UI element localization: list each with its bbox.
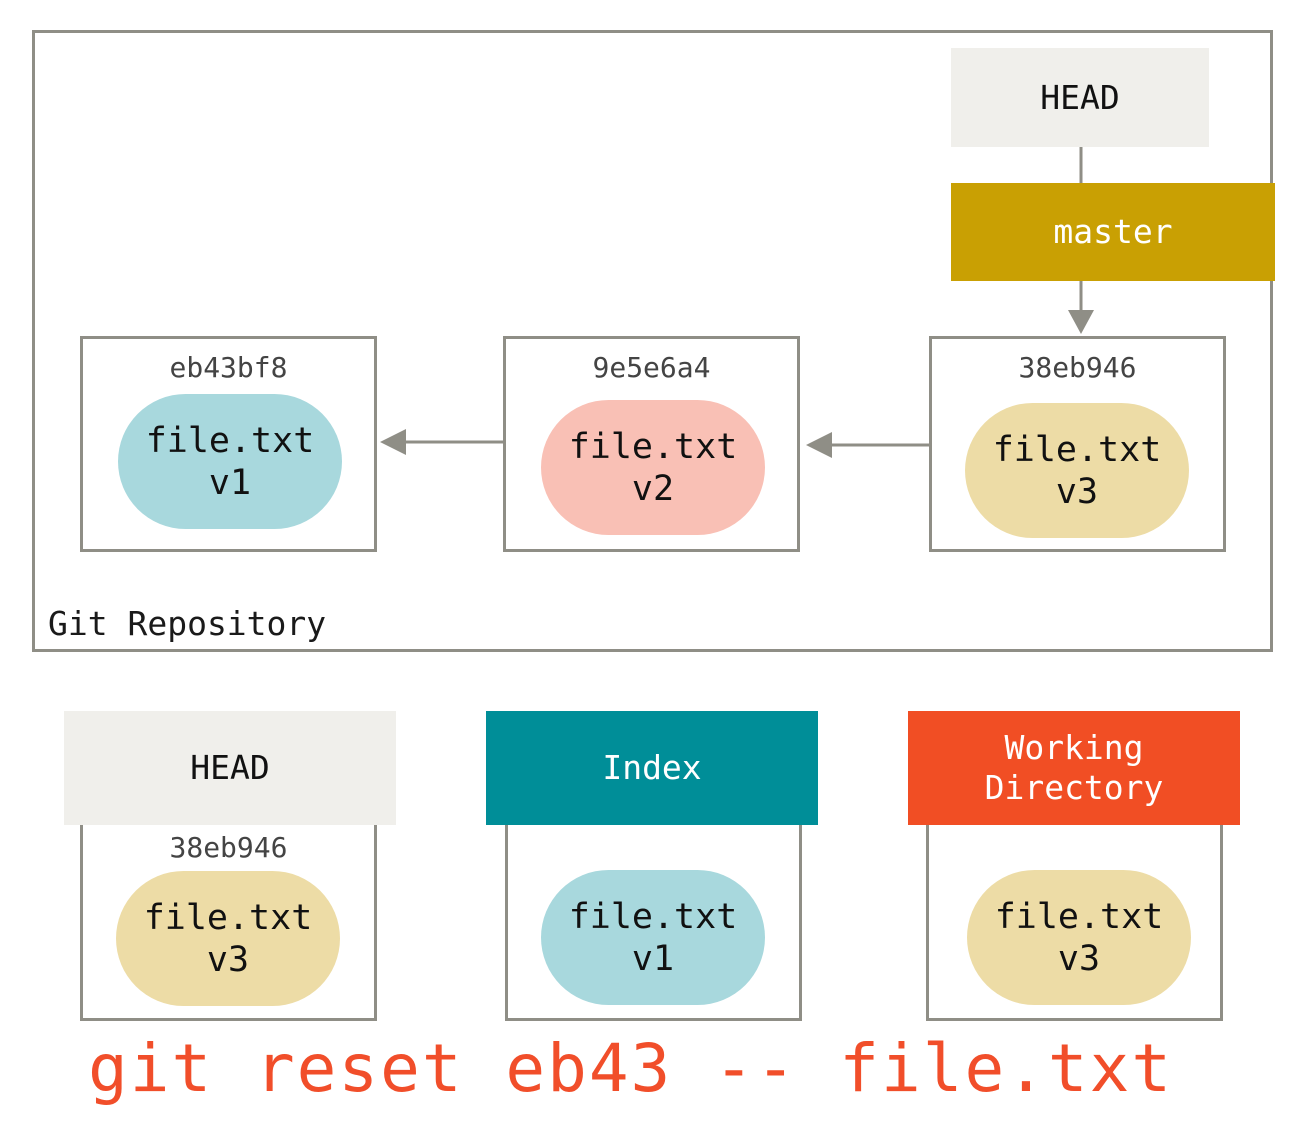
working-directory-tree-header: Working Directory [908, 711, 1240, 825]
file-version: v2 [631, 468, 675, 509]
commit-eb43bf8: eb43bf8 file.txt v1 [80, 336, 377, 552]
file-blob: file.txt v3 [967, 870, 1191, 1005]
arrow-head-icon [1068, 310, 1094, 334]
commit-hash: 38eb946 [169, 831, 288, 864]
file-version: v1 [631, 938, 675, 979]
file-blob: file.txt v3 [116, 871, 340, 1006]
commit-38eb946: 38eb946 file.txt v3 [929, 336, 1226, 552]
commit-hash: 38eb946 [1018, 351, 1137, 384]
file-version: v3 [206, 939, 250, 980]
file-name: file.txt [143, 897, 313, 938]
file-name: file.txt [568, 426, 738, 467]
index-tree-box: file.txt v1 [505, 810, 802, 1021]
working-directory-tree-box: file.txt v3 [926, 810, 1223, 1021]
file-name: file.txt [994, 896, 1164, 937]
file-name: file.txt [145, 420, 315, 461]
file-name: file.txt [992, 429, 1162, 470]
commit-hash: eb43bf8 [169, 351, 288, 384]
commit-9e5e6a4: 9e5e6a4 file.txt v2 [503, 336, 800, 552]
file-blob: file.txt v2 [541, 400, 765, 535]
file-version: v1 [208, 462, 252, 503]
file-version: v3 [1057, 938, 1101, 979]
head-tree-header: HEAD [64, 711, 396, 825]
head-tree-box: 38eb946 file.txt v3 [80, 810, 377, 1021]
file-name: file.txt [568, 896, 738, 937]
arrow-head-icon [806, 432, 832, 458]
file-blob: file.txt v3 [965, 403, 1189, 538]
file-version: v3 [1055, 471, 1099, 512]
file-blob: file.txt v1 [118, 394, 342, 529]
index-tree-header: Index [486, 711, 818, 825]
git-command: git reset eb43 -- file.txt [88, 1030, 1174, 1107]
commit-hash: 9e5e6a4 [592, 351, 711, 384]
arrow-head-icon [380, 429, 406, 455]
file-blob: file.txt v1 [541, 870, 765, 1005]
